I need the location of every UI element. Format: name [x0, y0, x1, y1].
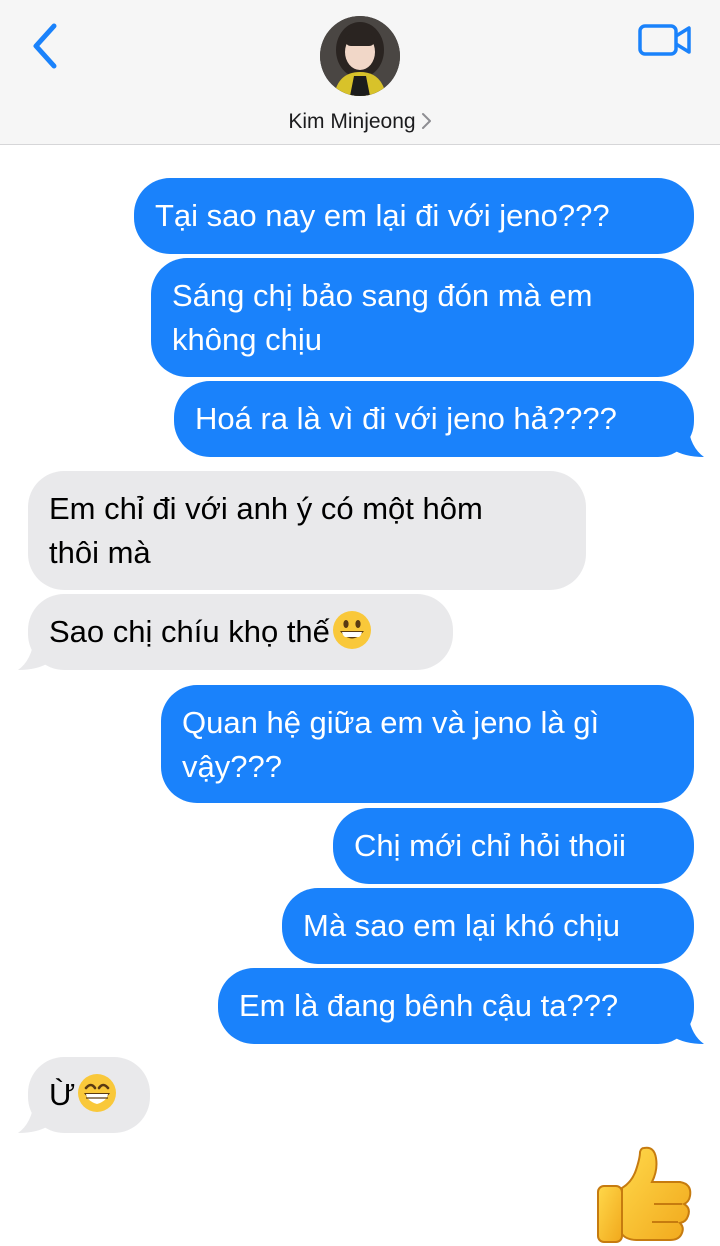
video-camera-icon	[638, 24, 691, 56]
message-text-line: vậy???	[182, 749, 282, 784]
contact-name: Kim Minjeong	[288, 110, 416, 133]
message-text: Mà sao em lại khó chịu	[303, 908, 621, 943]
message-text-line: Sáng chị bảo sang đón mà em	[172, 278, 593, 313]
message-text: Chị mới chỉ hỏi thoii	[354, 828, 626, 863]
contact-avatar[interactable]	[320, 16, 400, 96]
bubble-tail	[18, 1101, 50, 1133]
message-text: Em là đang bênh cậu ta???	[239, 988, 619, 1023]
back-button[interactable]	[24, 18, 68, 74]
incoming-message[interactable]: Em chỉ đi với anh ý có một hôm thôi mà	[28, 471, 586, 590]
outgoing-message[interactable]: Tại sao nay em lại đi với jeno???	[134, 178, 694, 254]
message-text: Hoá ra là vì đi với jeno hả????	[195, 401, 617, 436]
chevron-right-icon	[421, 113, 431, 129]
outgoing-message[interactable]: Chị mới chỉ hỏi thoii	[333, 808, 694, 884]
bubble-tail	[18, 638, 50, 670]
message-text-line: Quan hệ giữa em và jeno là gì	[182, 705, 600, 740]
outgoing-message[interactable]: Mà sao em lại khó chịu	[282, 888, 694, 964]
conversation-header: Kim Minjeong	[0, 0, 720, 145]
outgoing-message[interactable]: Quan hệ giữa em và jeno là gì vậy???	[161, 685, 694, 803]
video-call-button[interactable]	[636, 20, 694, 60]
incoming-message[interactable]: Sao chị chíu khọ thế	[28, 594, 453, 670]
outgoing-message[interactable]: Hoá ra là vì đi với jeno hả????	[174, 381, 694, 457]
message-text-line: không chịu	[172, 322, 322, 357]
message-text: Sao chị chíu khọ thế	[49, 614, 330, 649]
contact-name-button[interactable]: Kim Minjeong	[0, 110, 720, 134]
chevron-left-icon	[33, 23, 57, 69]
thumbs-up-emoji[interactable]	[592, 1142, 696, 1246]
bubble-tail	[672, 425, 704, 457]
outgoing-message[interactable]: Sáng chị bảo sang đón mà em không chịu	[151, 258, 694, 377]
message-text: Ừ	[49, 1077, 76, 1112]
bubble-tail	[672, 1012, 704, 1044]
message-text-line: thôi mà	[49, 535, 151, 570]
outgoing-message[interactable]: Em là đang bênh cậu ta???	[218, 968, 694, 1044]
beaming-face-emoji	[78, 1074, 117, 1112]
grinning-face-emoji	[332, 611, 371, 649]
message-text: Tại sao nay em lại đi với jeno???	[155, 198, 610, 233]
message-text-line: Em chỉ đi với anh ý có một hôm	[49, 491, 483, 526]
